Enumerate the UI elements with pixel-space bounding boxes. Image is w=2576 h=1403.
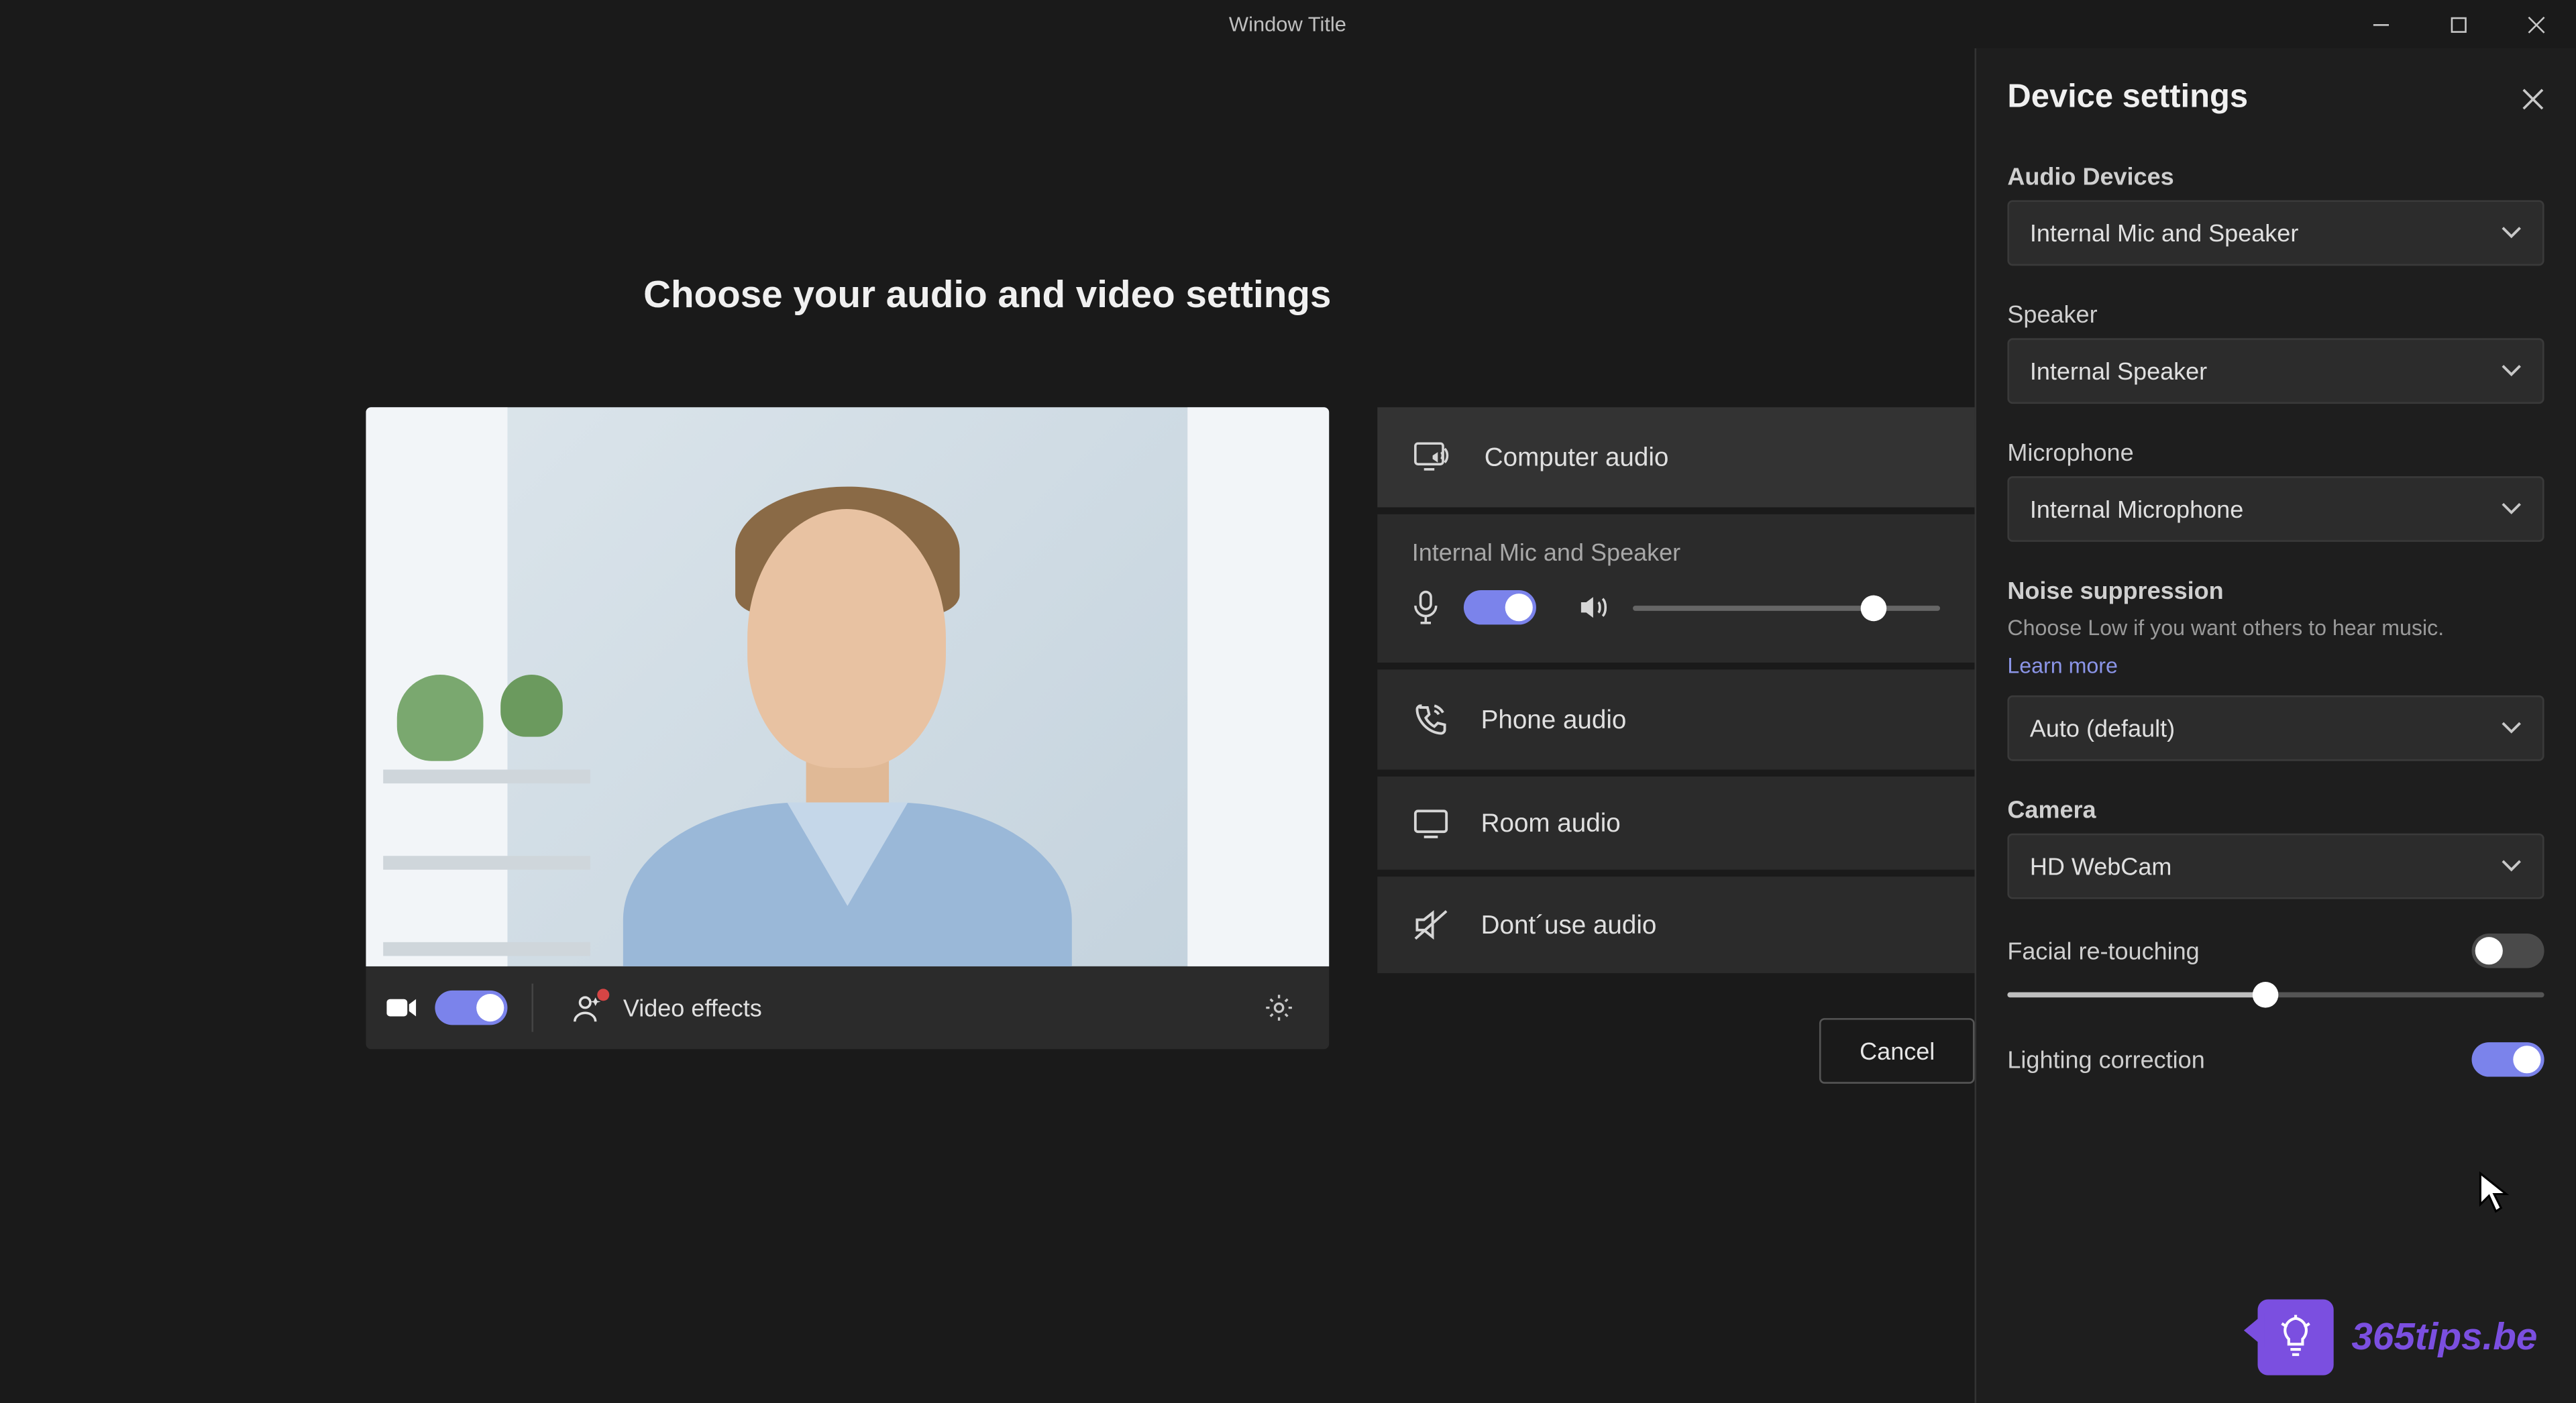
- video-effects-label: Video effects: [623, 994, 762, 1021]
- notification-dot-icon: [597, 989, 609, 1001]
- room-icon: [1412, 807, 1450, 838]
- microphone-toggle[interactable]: [1464, 590, 1536, 624]
- video-settings-button[interactable]: [1250, 982, 1308, 1033]
- speaker-volume-icon: [1578, 594, 1609, 621]
- video-preview: [366, 407, 1329, 966]
- device-settings-panel: Device settings Audio Devices Internal M…: [1975, 48, 2575, 1403]
- audio-option-computer[interactable]: Computer audio: [1377, 407, 1974, 507]
- chevron-down-icon: [2501, 859, 2522, 873]
- chevron-down-icon: [2501, 226, 2522, 240]
- computer-audio-controls: Internal Mic and Speaker: [1377, 514, 1974, 663]
- camera-label: Camera: [2007, 795, 2544, 823]
- microphone-dropdown[interactable]: Internal Microphone: [2007, 476, 2544, 542]
- lighting-correction-label: Lighting correction: [2007, 1046, 2204, 1073]
- audio-option-label: Room audio: [1481, 808, 1621, 838]
- watermark: 365tips.be: [2258, 1299, 2537, 1375]
- window-title: Window Title: [1229, 12, 1346, 36]
- audio-devices-dropdown[interactable]: Internal Mic and Speaker: [2007, 200, 2544, 266]
- video-effects-button[interactable]: Video effects: [557, 982, 775, 1033]
- speaker-label: Speaker: [2007, 300, 2544, 328]
- divider: [531, 984, 533, 1032]
- dropdown-value: Internal Microphone: [2030, 495, 2243, 522]
- lighting-correction-toggle[interactable]: [2472, 1042, 2544, 1076]
- audio-option-room[interactable]: Room audio: [1377, 777, 1974, 870]
- audio-devices-label: Audio Devices: [2007, 162, 2544, 190]
- volume-slider[interactable]: [1633, 605, 1940, 610]
- microphone-label: Microphone: [2007, 439, 2544, 466]
- facial-retouching-label: Facial re-touching: [2007, 937, 2199, 964]
- dropdown-value: Auto (default): [2030, 714, 2175, 742]
- audio-device-label: Internal Mic and Speaker: [1412, 539, 1940, 566]
- phone-icon: [1412, 701, 1450, 739]
- microphone-icon: [1412, 590, 1440, 624]
- no-audio-icon: [1412, 907, 1450, 942]
- video-toolbar: Video effects: [366, 966, 1329, 1050]
- audio-option-none[interactable]: Dont´use audio: [1377, 877, 1974, 973]
- dropdown-value: HD WebCam: [2030, 852, 2172, 880]
- audio-option-label: Dont´use audio: [1481, 910, 1657, 940]
- dropdown-value: Internal Speaker: [2030, 357, 2207, 385]
- main-area: Choose your audio and video settings: [0, 48, 1975, 1403]
- chevron-down-icon: [2501, 722, 2522, 736]
- person-effects-icon: [572, 992, 606, 1023]
- camera-toggle[interactable]: [435, 991, 507, 1025]
- audio-option-label: Computer audio: [1485, 443, 1669, 472]
- learn-more-link[interactable]: Learn more: [2007, 651, 2544, 681]
- camera-dropdown[interactable]: HD WebCam: [2007, 834, 2544, 899]
- camera-icon: [386, 996, 417, 1020]
- panel-close-button[interactable]: [2522, 87, 2544, 109]
- chevron-down-icon: [2501, 502, 2522, 516]
- chevron-down-icon: [2501, 364, 2522, 378]
- cancel-button[interactable]: Cancel: [1820, 1018, 1975, 1084]
- panel-title: Device settings: [2007, 79, 2248, 117]
- facial-retouching-slider[interactable]: [2007, 992, 2544, 997]
- watermark-text: 365tips.be: [2351, 1315, 2537, 1360]
- facial-retouching-toggle[interactable]: [2472, 934, 2544, 968]
- noise-suppression-help: Choose Low if you want others to hear mu…: [2007, 614, 2544, 644]
- page-heading: Choose your audio and video settings: [643, 273, 1331, 318]
- noise-suppression-label: Noise suppression: [2007, 576, 2544, 604]
- computer-audio-icon: [1412, 439, 1454, 477]
- camera-self-view: [588, 449, 1106, 966]
- audio-option-phone[interactable]: Phone audio: [1377, 669, 1974, 769]
- maximize-button[interactable]: [2420, 0, 2498, 48]
- titlebar: Window Title: [0, 0, 2575, 48]
- audio-option-label: Phone audio: [1481, 705, 1627, 734]
- close-button[interactable]: [2498, 0, 2575, 48]
- lightbulb-icon: [2258, 1299, 2334, 1375]
- speaker-dropdown[interactable]: Internal Speaker: [2007, 338, 2544, 404]
- minimize-button[interactable]: [2343, 0, 2420, 48]
- dropdown-value: Internal Mic and Speaker: [2030, 219, 2298, 247]
- gear-icon: [1263, 992, 1294, 1023]
- noise-suppression-dropdown[interactable]: Auto (default): [2007, 695, 2544, 761]
